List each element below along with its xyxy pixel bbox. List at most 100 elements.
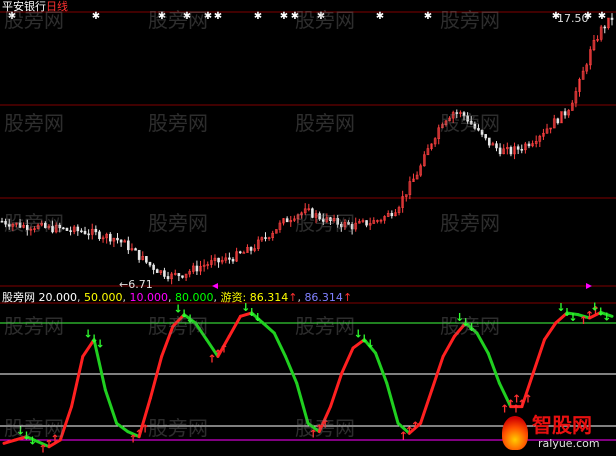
price-candle [148,261,152,266]
price-candle [231,259,235,262]
price-candle [83,230,87,235]
separator-marker-icon [586,283,592,289]
logo-cn: 智股网 [532,413,592,437]
star-marker-icon: ✱ [376,11,384,22]
price-candle [116,237,119,241]
logo-en: ralyue.com [538,437,600,450]
param-4: 80.000 [175,291,214,304]
oscillator-segment [227,314,242,338]
price-candle [285,218,289,223]
price-candle [76,226,80,232]
price-candle [509,147,513,155]
price-candle [163,270,166,277]
watermark: 股旁网 [4,314,64,338]
price-candle [264,237,267,239]
price-candle [603,26,607,29]
param-2: 50.000 [84,291,123,304]
oscillator-segment [531,338,546,375]
buy-arrow-icon: ↑ [523,393,532,406]
star-marker-icon: ✱ [214,11,222,22]
oscillator-segment [486,351,501,385]
price-candle [145,256,148,263]
stock-chart-window[interactable]: ✱ ✱ ✱ ✱ ✱ ✱ ✱ ✱ ✱ ✱ ✱ ✱ ✱ ✱ ✱ ↓ ↓ ↓ ↑ ↑ ↑ ↓ ↓ ↓ ↑ ↑ ↑ ↓ ↓ ↓ ↑ ↑ ↑ ↓ ↓ ↓ ↑ ↑ ↑ ↓… [0,0,616,456]
watermark: 股旁网 [440,314,500,338]
up-arrow-icon: ↑ [342,291,353,304]
period-label[interactable]: 日线 [46,0,68,13]
youzi-label: 游资: [220,291,247,304]
low-arrow-icon: ← [119,278,129,291]
watermark: 股旁网 [440,211,500,235]
price-candle [94,228,98,233]
high-price-label: 17.50 [557,12,589,25]
price-candle [137,249,141,260]
separator-marker-icon [212,283,218,289]
price-candle [155,269,159,273]
stock-title: 平安银行日线 [2,1,68,13]
site-logo: 智股网 ralyue.com [502,414,614,454]
oscillator-segment [542,321,558,342]
watermark: 股旁网 [295,314,355,338]
watermark: 股旁网 [440,8,500,32]
sell-arrow-icon: ↓ [366,338,375,351]
price-candle [0,220,4,223]
price-candle [181,275,184,278]
watermark: 股旁网 [148,8,208,32]
indicator-header: 股旁网 20.000, 50.000, 10.000, 80.000, 游资: … [2,291,353,304]
price-candle [80,230,83,233]
buy-arrow-icon: ↑ [219,342,228,355]
price-candle [177,273,181,277]
price-candle [238,251,242,254]
param-1: 20.000 [38,291,78,304]
watermark: 股旁网 [148,416,208,440]
price-candle [520,149,524,151]
oscillator-segment [70,354,85,409]
oscillator-segment [115,421,130,434]
oscillator-segment [261,321,276,335]
oscillator-segment [103,388,119,425]
price-candle [69,230,72,232]
flame-icon [502,416,528,450]
indicator-name[interactable]: 股旁网 [2,291,35,304]
watermark: 股旁网 [4,416,64,440]
watermark: 股旁网 [148,314,208,338]
star-marker-icon: ✱ [598,11,606,22]
sell-arrow-icon: ↓ [568,311,577,324]
stock-name: 平安银行 [2,0,46,13]
watermark: 股旁网 [148,211,208,235]
price-candle [119,239,123,243]
star-marker-icon: ✱ [254,11,262,22]
watermark: 股旁网 [295,211,355,235]
oscillator-segment [272,331,287,358]
price-candle [527,143,531,147]
price-candle [242,252,246,254]
price-candle [127,240,130,251]
param-3: 10.000 [129,291,169,304]
buy-arrow-icon: ↑ [411,419,420,432]
price-candle [195,265,199,272]
low-price-label: ←6.71 [119,279,153,291]
price-candle [498,147,502,155]
price-candle [152,264,155,270]
price-candle [610,17,614,20]
price-candle [563,111,567,116]
price-candle [134,248,137,251]
oscillator-segment [340,346,355,375]
value-2: 86.314 [304,291,343,304]
price-candle [556,118,560,124]
price-candle [108,233,112,242]
price-candle [166,276,170,280]
low-price-value: 6.71 [128,278,153,291]
sell-arrow-icon: ↓ [602,310,611,323]
watermark: 股旁网 [440,111,500,135]
oscillator-segment [148,354,164,400]
sell-arrow-icon: ↓ [95,338,104,351]
price-candle [98,231,101,239]
price-candle [249,247,253,251]
price-candle [65,227,69,231]
star-marker-icon: ✱ [92,11,100,22]
watermark: 股旁网 [295,111,355,135]
star-marker-icon: ✱ [424,11,432,22]
watermark: 股旁网 [295,416,355,440]
price-candle [217,257,220,263]
watermark: 股旁网 [4,211,64,235]
